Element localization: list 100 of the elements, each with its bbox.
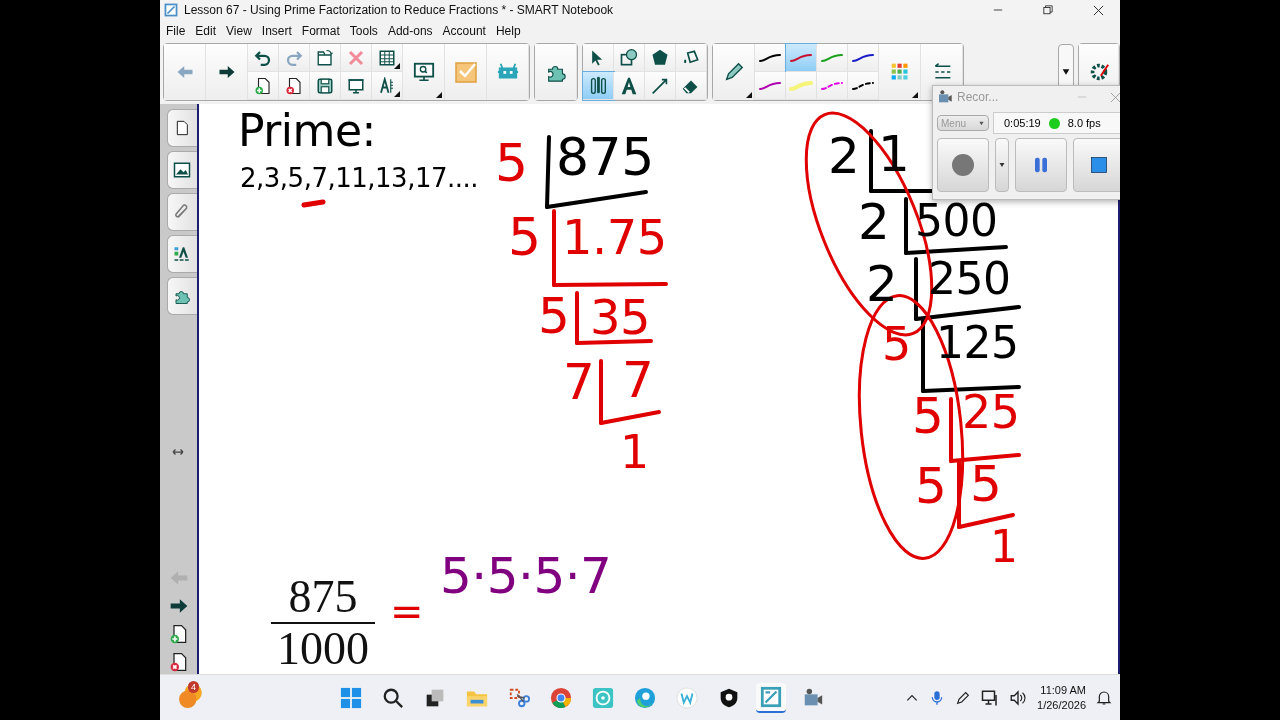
open-button[interactable]	[310, 44, 341, 73]
screen-shade-button[interactable]	[341, 72, 372, 101]
page-sorter-tab[interactable]	[166, 108, 197, 147]
undo-icon	[254, 48, 272, 67]
stop-button[interactable]	[1073, 138, 1120, 192]
add-ons-button[interactable]	[487, 44, 529, 101]
handwritten-text: 1	[620, 428, 649, 475]
monitor-icon	[412, 61, 435, 84]
page-icon	[174, 118, 190, 137]
tool-button[interactable]	[614, 44, 645, 73]
notebook-app-icon	[164, 3, 178, 18]
table-button[interactable]	[372, 44, 403, 73]
window-title: Lesson 67 - Using Prime Factorization to Reduce Fractions * - SMART Notebook	[184, 3, 615, 18]
handwritten-text: 7	[622, 354, 654, 405]
widgets-button[interactable]	[535, 44, 577, 101]
recorder-title: Recor...	[957, 90, 1000, 104]
polygon-icon	[650, 47, 670, 68]
tool-button[interactable]	[645, 44, 676, 73]
gallery-tab[interactable]	[166, 150, 197, 189]
menu-item[interactable]: Account	[438, 21, 492, 40]
tool-button[interactable]	[583, 44, 614, 73]
close-icon[interactable]	[1092, 5, 1104, 16]
stop-icon	[1090, 156, 1108, 174]
menu-item[interactable]: Format	[297, 21, 346, 40]
handwritten-text: 5	[538, 290, 570, 341]
handwritten-text: 35	[590, 292, 651, 341]
search-icon	[382, 686, 404, 709]
handwritten-text: =	[390, 590, 423, 631]
properties-tab[interactable]	[166, 234, 197, 273]
record-icon	[951, 153, 975, 177]
division-bar	[599, 409, 661, 425]
menu-item[interactable]: View	[222, 21, 258, 40]
restore-icon[interactable]	[1043, 5, 1053, 16]
menu-item[interactable]: Add-ons	[383, 21, 439, 40]
add-ons-tab[interactable]	[166, 276, 197, 315]
clock[interactable]: 11:09 AM 1/26/2026	[1037, 682, 1086, 713]
menu-item[interactable]: Help	[491, 21, 527, 40]
shield-icon	[719, 686, 739, 709]
handwritten-text: 5	[882, 320, 911, 367]
volume-icon[interactable]	[1009, 688, 1028, 707]
handwritten-text: 875	[556, 130, 654, 183]
tool-button[interactable]	[614, 72, 645, 101]
handwritten-text: 2	[858, 196, 890, 247]
pen-button[interactable]	[713, 44, 755, 101]
handwritten-text: 1.75	[562, 212, 667, 261]
handwritten-text: 25	[962, 388, 1020, 435]
undo-button[interactable]	[248, 44, 279, 73]
add-page-icon[interactable]	[168, 624, 189, 645]
pen-stroke-icon	[820, 51, 844, 64]
network-icon[interactable]	[981, 688, 1000, 707]
tool-button[interactable]	[676, 72, 707, 101]
save-button[interactable]	[310, 72, 341, 101]
scissors-icon	[508, 686, 530, 709]
frame-rate: 8.0 fps	[1067, 117, 1101, 129]
compass-icon	[378, 76, 396, 95]
denominator: 1000	[276, 625, 370, 672]
division-bar	[869, 188, 935, 193]
handwritten-text: 7	[563, 356, 595, 407]
pen-stroke-icon	[851, 51, 875, 64]
menu-item[interactable]: Insert	[257, 21, 298, 40]
division-stem	[914, 256, 918, 321]
numerator: 875	[287, 573, 359, 620]
folder-icon	[316, 48, 334, 67]
pen-style-button[interactable]	[848, 44, 879, 73]
tool-button[interactable]	[676, 44, 707, 73]
handwritten-text: 5	[912, 390, 944, 441]
handwritten-text: 2,3,5,7,11,13,17....	[240, 164, 479, 191]
handwritten-text: 5	[915, 460, 947, 511]
notification-bell-icon[interactable]	[1096, 689, 1112, 706]
add-page-button[interactable]	[248, 72, 279, 101]
tool-button[interactable]	[583, 72, 614, 101]
tool-button[interactable]	[645, 72, 676, 101]
menu-item[interactable]: Edit	[191, 21, 223, 40]
pause-button[interactable]	[1015, 138, 1067, 192]
division-bar	[957, 512, 1015, 529]
color-palette-button[interactable]	[879, 44, 921, 101]
division-stem	[869, 128, 873, 193]
handwritten-text: 5·5·5·7	[440, 550, 612, 601]
pen-stroke-icon	[851, 79, 875, 92]
pen-stroke-icon	[758, 51, 782, 64]
forward-button[interactable]	[206, 44, 248, 101]
delete-page-icon[interactable]	[168, 652, 189, 673]
clock-time: 11:09 AM	[1040, 682, 1086, 698]
division-bar	[949, 452, 1021, 463]
pen-style-button[interactable]	[848, 72, 879, 101]
delete-page-button[interactable]	[279, 72, 310, 101]
notebook-app-icon	[760, 685, 782, 708]
record-button[interactable]	[937, 138, 989, 192]
measurement-tools-button[interactable]	[372, 72, 403, 101]
menu-item[interactable]: File	[162, 21, 192, 40]
handwritten-text: 2	[866, 258, 898, 309]
menu-item[interactable]: Tools	[345, 21, 384, 40]
document-camera-button[interactable]	[403, 44, 445, 101]
windows-icon	[340, 686, 362, 709]
table-icon	[378, 48, 396, 67]
camera-icon	[937, 89, 953, 105]
underline-mark	[301, 199, 326, 208]
pen-style-button[interactable]	[755, 44, 786, 73]
delete-page-icon	[285, 76, 303, 95]
pen-stroke-icon	[789, 51, 813, 64]
